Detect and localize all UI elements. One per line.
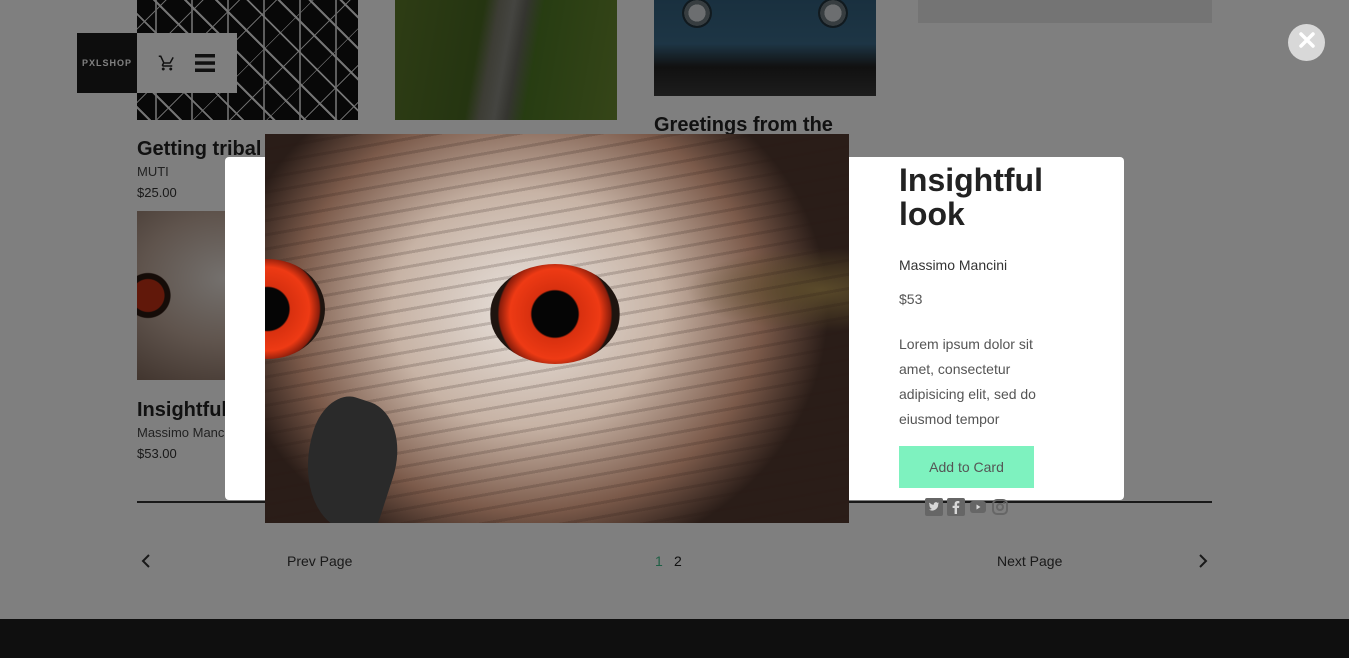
facebook-icon[interactable] (947, 498, 965, 516)
product-modal-image (265, 134, 849, 523)
youtube-icon[interactable] (969, 498, 987, 516)
twitter-icon[interactable] (925, 498, 943, 516)
owl-eye (490, 264, 620, 364)
close-icon (1297, 30, 1317, 55)
social-links (925, 498, 1009, 516)
modal-description: Lorem ipsum dolor sit amet, consectetur … (899, 336, 1036, 427)
close-button[interactable] (1288, 24, 1325, 61)
instagram-icon[interactable] (991, 498, 1009, 516)
modal-title: Insightful look (899, 162, 1043, 232)
modal-author: Massimo Mancini (899, 257, 1008, 273)
modal-price: $53 (899, 291, 923, 307)
add-to-cart-button[interactable]: Add to Card (899, 446, 1034, 488)
